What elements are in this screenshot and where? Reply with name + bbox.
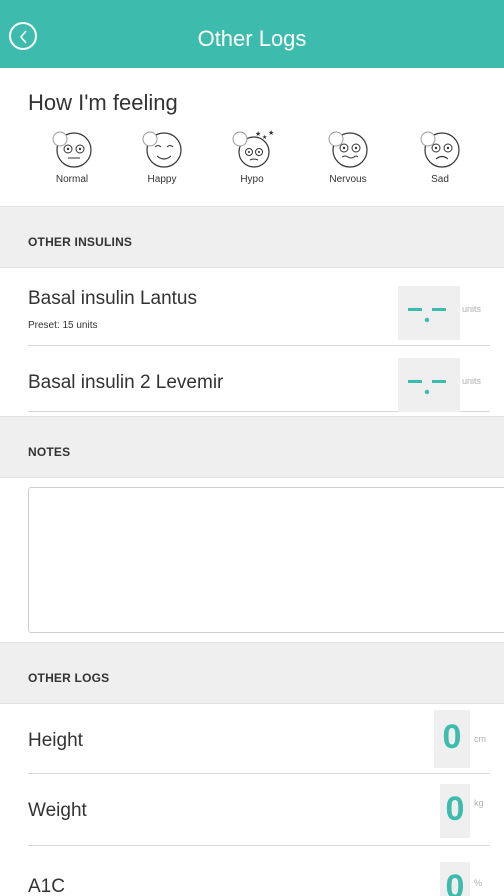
insulin-row-lantus[interactable]: Basal insulin Lantus Preset: 15 units un… — [28, 268, 490, 346]
insulin-preset: Preset: 15 units — [28, 320, 98, 331]
unit-label: kg — [474, 798, 484, 808]
log-row-weight[interactable]: Weight 0 kg — [28, 774, 490, 846]
section-header-other-logs: OTHER LOGS — [0, 642, 504, 704]
mood-sad[interactable]: Sad — [400, 128, 480, 208]
mood-label: Sad — [431, 174, 449, 185]
log-value: 0 — [442, 718, 462, 756]
svg-text:★: ★ — [268, 129, 274, 137]
happy-face-icon — [142, 131, 182, 168]
empty-value-dashes — [408, 308, 446, 323]
mood-hypo[interactable]: ★ ★ ★ Hypo — [212, 128, 292, 208]
mood-normal[interactable]: Normal — [32, 128, 112, 208]
empty-value-dashes — [408, 380, 446, 395]
mood-label: Normal — [55, 174, 89, 185]
mood-label: Nervous — [329, 174, 367, 185]
section-title: OTHER INSULINS — [28, 235, 133, 249]
insulin-value-input[interactable] — [398, 286, 460, 340]
mood-label: Happy — [147, 174, 177, 185]
page-title: Other Logs — [197, 26, 307, 51]
sad-face-icon — [420, 131, 460, 168]
header-bar: Other Logs — [0, 0, 504, 68]
insulin-row-levemir[interactable]: Basal insulin 2 Levemir units — [28, 346, 490, 412]
log-row-height[interactable]: Height 0 cm — [28, 704, 490, 774]
mood-nervous[interactable]: Nervous — [308, 128, 388, 208]
insulin-label: Basal insulin Lantus — [28, 288, 197, 309]
notes-textarea[interactable] — [28, 487, 504, 633]
unit-label: cm — [474, 734, 486, 744]
unit-label: units — [462, 304, 482, 314]
svg-text:★: ★ — [255, 130, 261, 138]
svg-text:★: ★ — [262, 134, 267, 141]
unit-label: units — [462, 376, 482, 386]
log-row-a1c[interactable]: A1C 0 % — [28, 846, 490, 896]
section-title: NOTES — [28, 445, 71, 459]
insulin-value-input[interactable] — [398, 358, 460, 412]
weight-value-input[interactable]: 0 — [440, 784, 470, 838]
log-label: Weight — [28, 800, 87, 821]
hypo-face-icon: ★ ★ ★ — [232, 129, 274, 168]
log-label: A1C — [28, 876, 65, 896]
log-label: Height — [28, 730, 83, 751]
section-header-notes: NOTES — [0, 416, 504, 478]
mood-happy[interactable]: Happy — [122, 128, 202, 208]
height-value-input[interactable]: 0 — [434, 710, 470, 768]
normal-face-icon — [52, 131, 92, 168]
unit-label: % — [474, 878, 483, 888]
nervous-face-icon — [328, 131, 368, 168]
insulin-label: Basal insulin 2 Levemir — [28, 372, 224, 393]
mood-label: Hypo — [240, 174, 264, 185]
feeling-title: How I'm feeling — [28, 90, 178, 115]
log-value: 0 — [445, 790, 465, 828]
section-header-other-insulins: OTHER INSULINS — [0, 206, 504, 268]
section-title: OTHER LOGS — [28, 671, 110, 685]
a1c-value-input[interactable]: 0 — [440, 862, 470, 896]
log-value: 0 — [445, 868, 465, 896]
